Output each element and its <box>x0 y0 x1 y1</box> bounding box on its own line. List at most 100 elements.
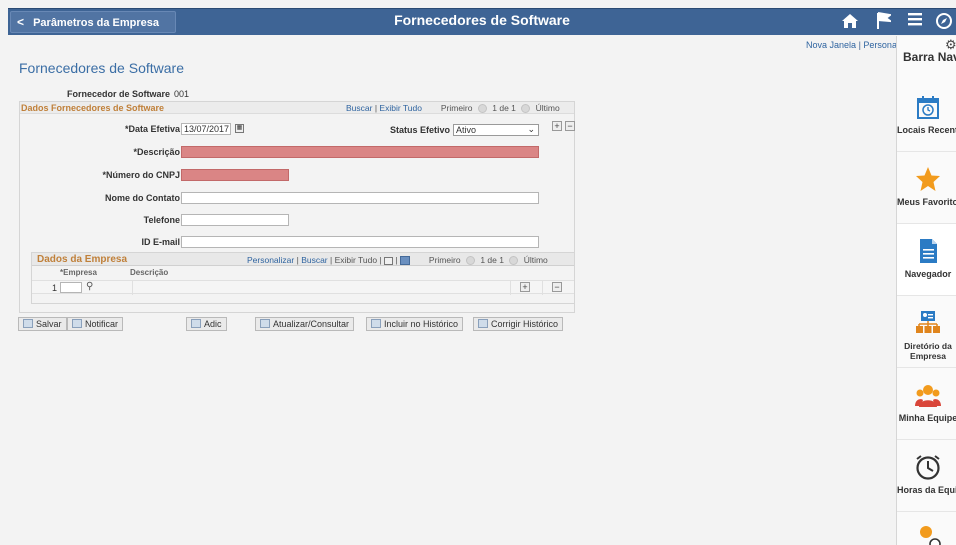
navbar-item-label: Minha Equipe <box>898 413 956 423</box>
previous-arrow-icon[interactable] <box>477 104 487 114</box>
navbar-item-favorites[interactable]: Meus Favoritos <box>897 152 956 224</box>
description-input[interactable] <box>181 146 539 158</box>
empresa-input[interactable] <box>60 282 82 293</box>
notify-button[interactable]: Notificar <box>67 317 124 331</box>
add-icon <box>191 319 201 328</box>
group-header: Dados Fornecedores de Software Buscar | … <box>20 102 574 114</box>
effective-date-input[interactable]: 13/07/2017 <box>181 123 231 135</box>
find-link[interactable]: Buscar <box>346 103 372 113</box>
page-title: Fornecedores de Software <box>19 60 184 76</box>
view-all-link[interactable]: Exibir Tudo <box>379 103 422 113</box>
contact-name-input[interactable] <box>181 192 539 204</box>
grid-last-label: Último <box>523 255 548 265</box>
col-divider <box>510 281 511 295</box>
menu-icon[interactable] <box>908 12 922 32</box>
last-label: Último <box>535 103 560 113</box>
grid-title: Dados da Empresa <box>37 254 128 265</box>
cnpj-label: *Número do CNPJ <box>102 170 180 180</box>
main-content: Nova Janela | Personalizar Fornecedores … <box>8 36 896 545</box>
grid-previous-arrow-icon[interactable] <box>465 256 475 266</box>
grid-add-row-button[interactable]: + <box>520 282 530 292</box>
delete-row-button[interactable]: − <box>565 121 575 131</box>
personalize-page-link[interactable]: Personalizar <box>863 40 896 50</box>
document-icon <box>920 239 937 263</box>
grid-delete-row-button[interactable]: − <box>552 282 562 292</box>
search-icon[interactable]: ⚲ <box>86 281 93 292</box>
correct-history-icon <box>478 319 488 328</box>
navbar-item-recent[interactable]: Locais Recentes <box>897 80 956 152</box>
update-label: Atualizar/Consultar <box>273 319 350 329</box>
notify-icon <box>72 319 82 328</box>
home-icon[interactable] <box>841 12 859 36</box>
contact-name-label: Nome do Contato <box>105 193 180 203</box>
correct-history-button[interactable]: Corrigir Histórico <box>473 317 564 331</box>
top-links: Nova Janela | Personalizar <box>806 40 896 50</box>
row-number: 1 <box>52 283 58 293</box>
clock-icon <box>916 455 940 480</box>
download-icon[interactable] <box>400 256 410 266</box>
navbar-title: Barra Navegação <box>903 50 956 64</box>
chevron-left-icon: < <box>17 15 25 29</box>
include-history-icon <box>371 319 381 328</box>
add-row-button[interactable]: + <box>552 121 562 131</box>
navbar-item-label: Horas da Equipe <box>897 485 956 495</box>
add-label: Adic <box>204 319 222 329</box>
navbar-item-label: Navegador <box>904 269 952 279</box>
update-display-button[interactable]: Atualizar/Consultar <box>255 317 355 331</box>
navbar-item-label: Diretório da Empresa <box>904 341 952 361</box>
grid-find-link[interactable]: Buscar <box>301 255 327 265</box>
calendar-icon[interactable]: ▦ <box>235 124 244 133</box>
cnpj-input[interactable] <box>181 169 289 181</box>
navbar-item-directory[interactable]: Diretório da Empresa <box>897 296 956 368</box>
col-divider <box>132 281 133 295</box>
group-nav: Buscar | Exibir Tudo Primeiro 1 de 1 Últ… <box>346 103 560 114</box>
navbar-item-label: Locais Recentes <box>897 125 956 135</box>
back-button-label: Parâmetros da Empresa <box>33 17 160 29</box>
status-select-value: Ativo <box>456 125 477 135</box>
status-select[interactable]: Ativo ⌄ <box>453 124 539 136</box>
grid-first-label: Primeiro <box>428 255 461 265</box>
star-icon <box>916 167 940 191</box>
table-row: 1 ⚲ + − <box>32 280 574 295</box>
save-icon <box>23 319 33 328</box>
grid-col-empresa: *Empresa <box>60 268 97 277</box>
email-input[interactable] <box>181 236 539 248</box>
navbar-item-team-time[interactable]: Horas da Equipe <box>897 440 956 512</box>
new-window-link[interactable]: Nova Janela <box>806 40 856 50</box>
chevron-down-icon: ⌄ <box>527 124 535 134</box>
correct-history-label: Corrigir Histórico <box>491 319 559 329</box>
navbar-item-label: Meus Favoritos <box>897 197 956 207</box>
add-button[interactable]: Adic <box>186 317 227 331</box>
grid-row-counter: 1 de 1 <box>480 255 504 265</box>
phone-label: Telefone <box>143 215 180 225</box>
person-clock-icon[interactable] <box>915 524 941 545</box>
back-button[interactable]: < Parâmetros da Empresa <box>10 11 176 33</box>
grid-personalize-link[interactable]: Personalizar <box>247 255 294 265</box>
phone-input[interactable] <box>181 214 289 226</box>
col-divider <box>542 281 543 295</box>
include-history-button[interactable]: Incluir no Histórico <box>366 317 464 331</box>
flag-icon[interactable] <box>877 12 894 36</box>
org-chart-icon <box>916 311 940 333</box>
email-label: ID E-mail <box>141 237 180 247</box>
grid-col-descricao: Descrição <box>130 268 169 277</box>
navbar-panel: ⚙ Barra Navegação Locais Recentes Meus F… <box>896 36 956 545</box>
company-data-grid: Dados da Empresa Personalizar | Buscar |… <box>31 252 575 304</box>
zoom-icon[interactable] <box>384 256 394 265</box>
vendor-value: 001 <box>174 89 190 99</box>
compass-icon[interactable] <box>935 12 953 36</box>
next-arrow-icon[interactable] <box>521 104 531 114</box>
save-label: Salvar <box>36 319 62 329</box>
calendar-clock-icon <box>917 96 939 119</box>
save-button[interactable]: Salvar <box>18 317 67 331</box>
row-counter: 1 de 1 <box>492 103 516 113</box>
update-icon <box>260 319 270 328</box>
status-label: Status Efetivo <box>389 125 450 135</box>
navbar-item-team[interactable]: Minha Equipe <box>897 368 956 440</box>
vendor-label: Fornecedor de Software <box>66 89 170 99</box>
grid-view-all-link[interactable]: Exibir Tudo <box>335 255 378 265</box>
grid-next-arrow-icon[interactable] <box>509 256 519 266</box>
header-bar: < Parâmetros da Empresa Fornecedores de … <box>8 8 956 35</box>
navbar-item-navigator[interactable]: Navegador <box>897 224 956 296</box>
grid-nav: Personalizar | Buscar | Exibir Tudo | | … <box>247 255 548 266</box>
